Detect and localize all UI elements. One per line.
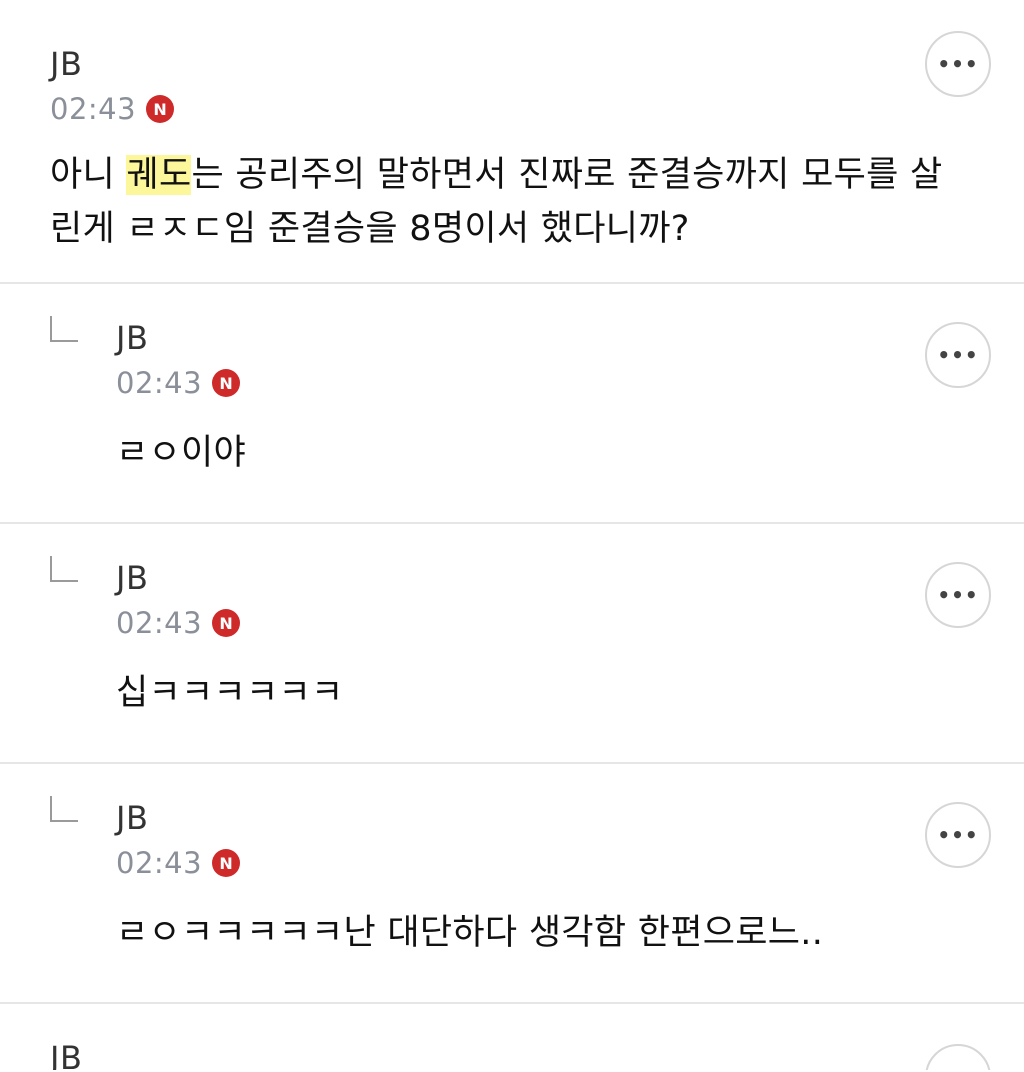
comment-meta: 02:43 N — [116, 846, 1024, 880]
more-options-icon: ••• — [937, 823, 979, 847]
more-options-icon: ••• — [937, 1065, 978, 1070]
comment-time: 02:43 — [116, 366, 203, 400]
new-badge-icon: N — [212, 609, 241, 637]
reply-item: JB 02:43 N ㄹㅇ이야 ••• — [0, 284, 1024, 524]
comment-text: ㄹㅇㅋㅋㅋㅋㅋ난 대단하다 생각함 한편으로느.. — [116, 913, 824, 953]
comment-time: 02:43 — [50, 92, 137, 126]
comment-item: JB ••• — [0, 1004, 1024, 1070]
reply-arrow-icon — [50, 796, 78, 822]
reply-item: JB 02:43 N ㄹㅇㅋㅋㅋㅋㅋ난 대단하다 생각함 한편으로느.. ••• — [0, 764, 1024, 1004]
reply-item: JB 02:43 N 십ㅋㅋㅋㅋㅋㅋ ••• — [0, 524, 1024, 764]
more-options-button[interactable]: ••• — [925, 322, 991, 388]
search-highlight: 궤도 — [126, 155, 192, 195]
comment-author[interactable]: JB — [50, 44, 1024, 84]
comment-time: 02:43 — [116, 846, 203, 880]
reply-arrow-icon — [50, 316, 78, 342]
comment-author[interactable]: JB — [116, 318, 1024, 358]
comment-item: JB 02:43 N 아니 궤도는 공리주의 말하면서 진짜로 준결승까지 모두… — [0, 0, 1024, 284]
more-options-icon: ••• — [937, 583, 979, 607]
new-badge-icon: N — [212, 369, 241, 397]
comment-meta: 02:43 N — [50, 92, 1024, 126]
new-badge-icon: N — [212, 849, 241, 877]
comment-list: JB 02:43 N 아니 궤도는 공리주의 말하면서 진짜로 준결승까지 모두… — [0, 0, 1024, 1070]
more-options-icon: ••• — [937, 52, 979, 76]
comment-text: 십ㅋㅋㅋㅋㅋㅋ — [116, 673, 344, 713]
more-options-button[interactable]: ••• — [925, 802, 991, 868]
comment-text-part: 아니 — [50, 155, 127, 195]
more-options-button[interactable]: ••• — [925, 31, 991, 97]
comment-author[interactable]: JB — [116, 798, 1024, 838]
comment-time: 02:43 — [116, 606, 203, 640]
comment-author[interactable]: JB — [50, 1038, 1024, 1070]
reply-arrow-icon — [50, 556, 78, 582]
more-options-icon: ••• — [937, 343, 979, 367]
comment-text: 아니 궤도는 공리주의 말하면서 진짜로 준결승까지 모두를 살린게 ㄹㅈㄷ임 … — [50, 148, 970, 256]
new-badge-icon: N — [146, 95, 175, 123]
comment-meta: 02:43 N — [116, 366, 1024, 400]
comment-meta: 02:43 N — [116, 606, 1024, 640]
comment-text: ㄹㅇ이야 — [116, 433, 247, 473]
more-options-button[interactable]: ••• — [925, 562, 991, 628]
comment-author[interactable]: JB — [116, 558, 1024, 598]
